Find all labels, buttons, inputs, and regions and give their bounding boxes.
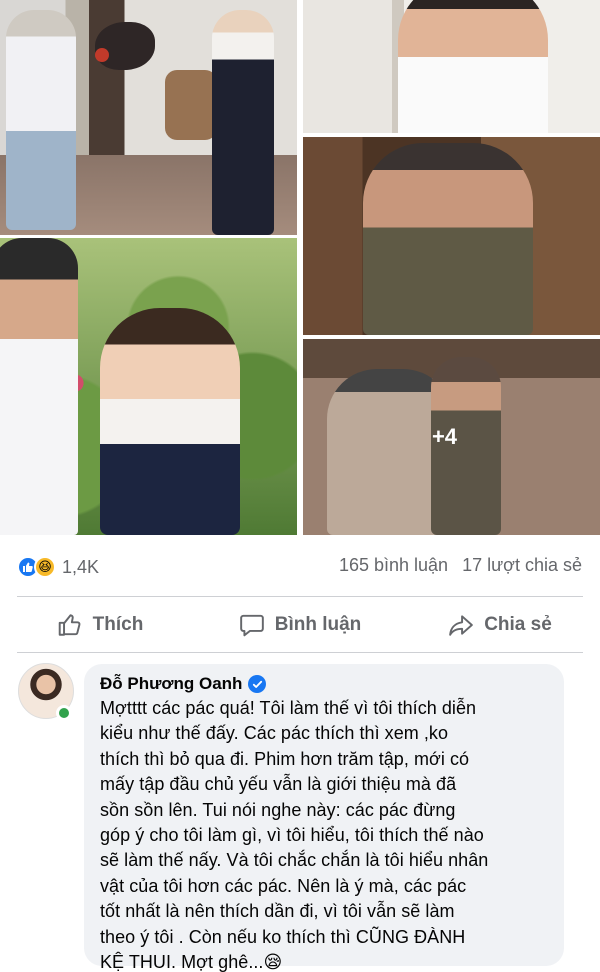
- haha-icon: 😆: [34, 556, 56, 578]
- photo-scene: [303, 0, 600, 133]
- post-photo-5[interactable]: +4: [303, 339, 600, 535]
- like-label: Thích: [92, 614, 144, 635]
- man-figure: [398, 0, 548, 133]
- post-actions: Thích Bình luận Chia sẻ: [0, 604, 600, 646]
- more-photos-label[interactable]: +4: [303, 339, 600, 535]
- photo-scene: [0, 238, 297, 535]
- post-photo-3[interactable]: [303, 0, 600, 133]
- comment-header: Đỗ Phương Oanh: [100, 674, 550, 694]
- divider: [17, 596, 583, 597]
- man-figure: [363, 143, 533, 335]
- divider: [17, 652, 583, 653]
- photo-scene: [303, 137, 600, 335]
- comment-count[interactable]: 165 bình luận: [339, 555, 448, 576]
- engagement-counts: 165 bình luận 17 lượt chia sẻ: [339, 555, 582, 576]
- photo-scene: +4: [303, 339, 600, 535]
- share-label: Chia sẻ: [484, 614, 552, 635]
- photo-scene: [0, 0, 297, 235]
- chair-shape: [165, 70, 217, 140]
- share-count[interactable]: 17 lượt chia sẻ: [462, 555, 582, 576]
- share-arrow-icon: [449, 615, 474, 636]
- woman-figure: [100, 308, 240, 535]
- man-figure: [0, 238, 78, 535]
- comment-author[interactable]: Đỗ Phương Oanh: [100, 674, 242, 694]
- like-button[interactable]: Thích: [0, 604, 200, 646]
- reaction-summary[interactable]: 😆 1,4K: [17, 553, 99, 581]
- post-photo-1[interactable]: [0, 0, 297, 235]
- online-status-dot: [56, 705, 72, 721]
- reaction-count: 1,4K: [62, 556, 100, 577]
- share-button[interactable]: Chia sẻ: [400, 604, 600, 646]
- post-photo-2[interactable]: [0, 238, 297, 535]
- verified-badge-icon: [248, 675, 267, 693]
- man-figure: [6, 10, 76, 230]
- rooster-figure: [95, 22, 155, 70]
- comment-label: Bình luận: [274, 614, 362, 635]
- woman-figure: [212, 10, 274, 235]
- post-photo-4[interactable]: [303, 137, 600, 335]
- comment-button[interactable]: Bình luận: [200, 604, 400, 646]
- facebook-post: +4 😆 1,4K 165 bình luận 17 lượt chia sẻ …: [0, 0, 600, 972]
- comment-icon: [239, 614, 264, 637]
- comment-bubble[interactable]: Đỗ Phương Oanh Mợtttt các pác quá! Tôi l…: [84, 664, 564, 972]
- comment-text: Mợtttt các pác quá! Tôi làm thế vì tôi t…: [100, 698, 489, 972]
- thumbs-up-icon: [58, 614, 81, 636]
